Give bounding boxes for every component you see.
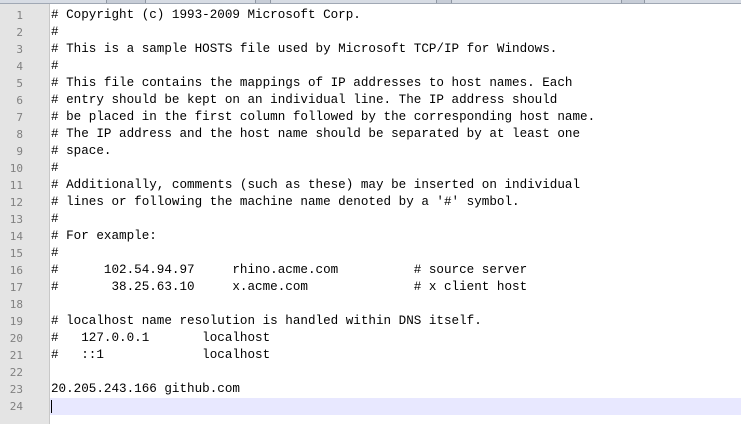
text-caret	[51, 400, 52, 413]
text-editor-window: 1 2 3 4 5 6 7 8 9 10 11 12 13 14 15 16 17 18 19 20 21 22 23 24 …	[0, 0, 741, 424]
code-line[interactable]: # For example:	[50, 228, 741, 245]
code-line-text: # 127.0.0.1 localhost	[51, 331, 271, 345]
code-line[interactable]: # 102.54.94.97 rhino.acme.com # source s…	[50, 262, 741, 279]
line-number: 14	[9, 230, 23, 243]
line-number: 18	[9, 298, 23, 311]
code-line-text: #	[51, 161, 59, 175]
code-line[interactable]: #	[50, 58, 741, 75]
code-line-text: # Additionally, comments (such as these)…	[51, 178, 581, 192]
line-number: 16	[9, 264, 23, 277]
code-line[interactable]: # Copyright (c) 1993-2009 Microsoft Corp…	[50, 7, 741, 24]
code-line[interactable]: # localhost name resolution is handled w…	[50, 313, 741, 330]
tab-partial-3[interactable]	[436, 0, 452, 3]
code-line-text: # 38.25.63.10 x.acme.com # x client host	[51, 280, 528, 294]
line-number: 9	[16, 145, 23, 158]
line-number: 5	[16, 77, 23, 90]
tab-partial-1[interactable]	[106, 0, 146, 3]
line-number: 10	[9, 162, 23, 175]
code-line[interactable]: # This is a sample HOSTS file used by Mi…	[50, 41, 741, 58]
line-number: 8	[16, 128, 23, 141]
tab-partial-4[interactable]	[621, 0, 645, 3]
code-line[interactable]: 20.205.243.166 github.com	[50, 381, 741, 398]
code-line-text: #	[51, 246, 59, 260]
code-line[interactable]: # This file contains the mappings of IP …	[50, 75, 741, 92]
code-line-text: # The IP address and the host name shoul…	[51, 127, 581, 141]
code-line-text: # For example:	[51, 229, 157, 243]
line-number: 22	[9, 366, 23, 379]
code-line-text: # space.	[51, 144, 112, 158]
code-line[interactable]: # be placed in the first column followed…	[50, 109, 741, 126]
code-line-text: #	[51, 212, 59, 226]
line-number: 7	[16, 111, 23, 124]
line-number: 21	[9, 349, 23, 362]
code-line-text: # be placed in the first column followed…	[51, 110, 596, 124]
code-line-text: #	[51, 25, 59, 39]
code-line[interactable]: # entry should be kept on an individual …	[50, 92, 741, 109]
code-line-text: # lines or following the machine name de…	[51, 195, 520, 209]
code-editor-area[interactable]: # Copyright (c) 1993-2009 Microsoft Corp…	[50, 4, 741, 424]
line-number: 6	[16, 94, 23, 107]
line-number: 13	[9, 213, 23, 226]
line-number-gutter: 1 2 3 4 5 6 7 8 9 10 11 12 13 14 15 16 17 18 19 20 21 22 23 24	[0, 4, 50, 424]
line-number: 11	[9, 179, 23, 192]
line-number: 17	[9, 281, 23, 294]
line-number: 4	[16, 60, 23, 73]
line-number: 3	[16, 43, 23, 56]
code-line[interactable]: #	[50, 211, 741, 228]
code-line[interactable]: #	[50, 24, 741, 41]
code-line[interactable]	[50, 364, 741, 381]
code-line-text: # localhost name resolution is handled w…	[51, 314, 482, 328]
code-line-text: # 102.54.94.97 rhino.acme.com # source s…	[51, 263, 528, 277]
code-line[interactable]: #	[50, 245, 741, 262]
code-line-text: # This file contains the mappings of IP …	[51, 76, 573, 90]
code-line[interactable]: #	[50, 160, 741, 177]
line-number: 2	[16, 26, 23, 39]
code-line[interactable]: # 127.0.0.1 localhost	[50, 330, 741, 347]
code-line[interactable]: # space.	[50, 143, 741, 160]
line-number: 19	[9, 315, 23, 328]
code-line-text: 20.205.243.166 github.com	[51, 382, 240, 396]
code-line[interactable]	[50, 296, 741, 313]
code-line-text: # This is a sample HOSTS file used by Mi…	[51, 42, 558, 56]
code-line-text: # ::1 localhost	[51, 348, 271, 362]
code-line-text: #	[51, 59, 59, 73]
line-number: 23	[9, 383, 23, 396]
line-number: 24	[9, 400, 23, 413]
current-line[interactable]	[50, 398, 741, 415]
code-line-text: # Copyright (c) 1993-2009 Microsoft Corp…	[51, 8, 361, 22]
code-line[interactable]: # Additionally, comments (such as these)…	[50, 177, 741, 194]
line-number: 15	[9, 247, 23, 260]
code-line-text: # entry should be kept on an individual …	[51, 93, 558, 107]
code-line[interactable]: # lines or following the machine name de…	[50, 194, 741, 211]
code-line[interactable]: # ::1 localhost	[50, 347, 741, 364]
line-number: 20	[9, 332, 23, 345]
line-number: 1	[16, 9, 23, 22]
line-number: 12	[9, 196, 23, 209]
tab-partial-2[interactable]	[255, 0, 271, 3]
code-line[interactable]: # The IP address and the host name shoul…	[50, 126, 741, 143]
code-line[interactable]: # 38.25.63.10 x.acme.com # x client host	[50, 279, 741, 296]
